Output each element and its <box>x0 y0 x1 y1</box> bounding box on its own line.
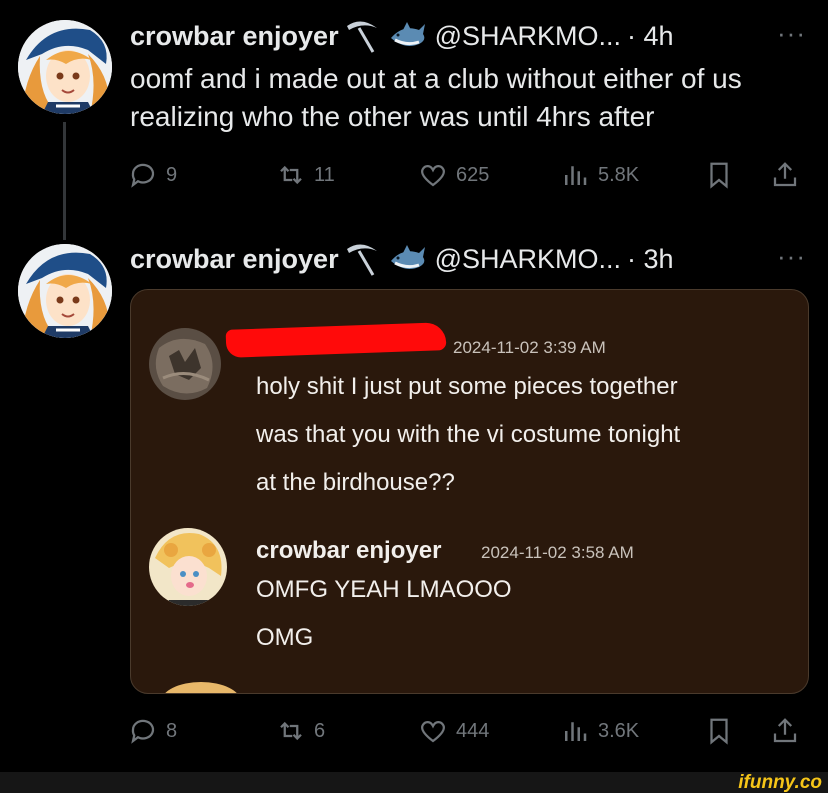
embedded-chat-image[interactable]: 2024-11-02 3:39 AM holy shit I just put … <box>130 289 809 694</box>
reply-icon <box>131 719 155 744</box>
user-handle[interactable]: @SHARKMO... <box>435 21 621 52</box>
retweet-button[interactable]: 11 <box>276 157 335 193</box>
share-button[interactable] <box>770 157 800 193</box>
shark-icon <box>390 22 425 46</box>
chat-avatar-other <box>149 328 221 400</box>
bookmark-icon <box>710 162 728 189</box>
chat-message-line: OMFG YEAH LMAOOO <box>256 576 512 603</box>
next-chat-avatar-partial <box>161 682 241 693</box>
reply-count: 9 <box>166 163 178 186</box>
author-avatar[interactable] <box>18 20 112 114</box>
tweet-text: oomf and i made out at a club without ei… <box>130 63 742 132</box>
shark-icon <box>390 245 425 269</box>
chat-timestamp: 2024-11-02 3:39 AM <box>453 338 606 357</box>
chat-timestamp: 2024-11-02 3:58 AM <box>481 543 634 562</box>
like-button[interactable]: 625 <box>418 157 489 193</box>
views-button[interactable]: 3.6K <box>560 713 639 749</box>
heart-icon <box>420 164 446 187</box>
watermark-logo: ifunny.co <box>738 772 822 793</box>
chat-message-line: OMG <box>256 624 314 651</box>
bookmark-button[interactable] <box>704 713 734 749</box>
tweet-timestamp[interactable]: · 3h <box>627 244 674 275</box>
views-button[interactable]: 5.8K <box>560 157 639 193</box>
retweet-button[interactable]: 6 <box>276 713 325 749</box>
views-icon <box>565 722 587 741</box>
tweet-header: crowbar enjoyer @SHARKMO... · 3h <box>130 241 674 277</box>
chat-author-name: crowbar enjoyer <box>256 537 442 564</box>
chat-message-line: holy shit I just put some pieces togethe… <box>256 373 678 400</box>
chat-message-line: was that you with the vi costume tonight <box>256 421 681 448</box>
user-handle[interactable]: @SHARKMO... <box>435 244 621 275</box>
tweet-header: crowbar enjoyer @SHARKMO... · 4h <box>130 18 674 54</box>
bookmark-icon <box>710 718 728 745</box>
more-options-icon[interactable]: ··· <box>777 18 806 49</box>
more-options-icon[interactable]: ··· <box>777 241 806 272</box>
tweet-actions-bar: 8 6 444 3.6K <box>128 713 808 749</box>
view-count: 5.8K <box>598 163 640 186</box>
retweet-icon <box>280 721 302 741</box>
tweet-actions-bar: 9 11 625 5.8K <box>128 157 808 193</box>
retweet-count: 11 <box>314 163 335 186</box>
chat-message: OMFG YEAH LMAOOO OMG <box>256 566 512 662</box>
share-icon <box>773 162 797 187</box>
watermark-bar: ifunny.co <box>0 772 828 793</box>
reply-button[interactable]: 8 <box>128 713 177 749</box>
bookmark-button[interactable] <box>704 157 734 193</box>
pickaxe-icon <box>346 244 377 276</box>
chat-message: holy shit I just put some pieces togethe… <box>256 363 680 507</box>
thread-connector-line <box>63 122 66 240</box>
retweet-icon <box>280 165 302 185</box>
reply-icon <box>131 163 155 188</box>
chat-message-line: at the birdhouse?? <box>256 469 455 496</box>
retweet-count: 6 <box>314 719 326 742</box>
author-avatar[interactable] <box>18 244 112 338</box>
reply-button[interactable]: 9 <box>128 157 177 193</box>
share-button[interactable] <box>770 713 800 749</box>
share-icon <box>773 718 797 743</box>
chat-avatar-self <box>149 528 227 606</box>
heart-icon <box>420 720 446 743</box>
pickaxe-icon <box>346 21 377 53</box>
views-icon <box>565 166 587 185</box>
redacted-username <box>225 322 447 358</box>
tweet-timestamp[interactable]: · 4h <box>627 21 674 52</box>
display-name[interactable]: crowbar enjoyer <box>130 244 339 275</box>
like-button[interactable]: 444 <box>418 713 489 749</box>
view-count: 3.6K <box>598 719 640 742</box>
like-count: 625 <box>456 163 490 186</box>
reply-count: 8 <box>166 719 178 742</box>
display-name[interactable]: crowbar enjoyer <box>130 21 339 52</box>
like-count: 444 <box>456 719 490 742</box>
